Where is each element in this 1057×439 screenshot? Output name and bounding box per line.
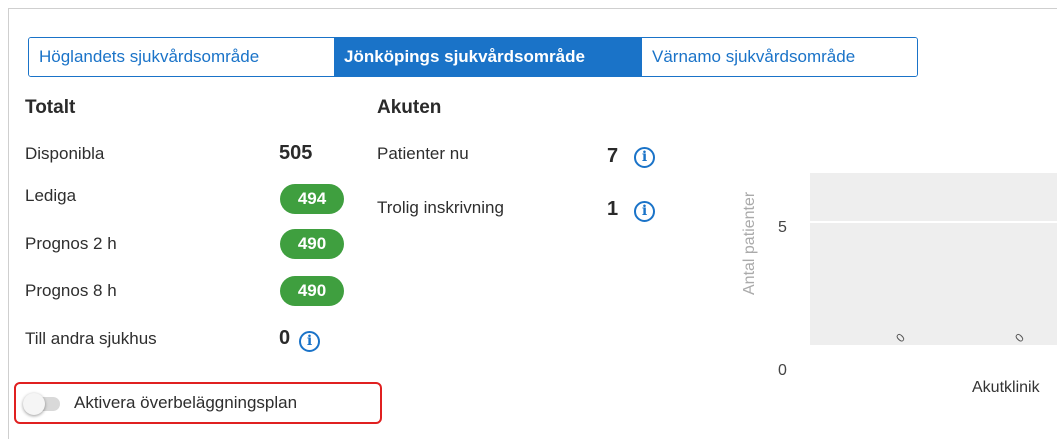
- info-icon[interactable]: i: [299, 331, 320, 352]
- andra-sjukhus-value: 0: [279, 327, 291, 349]
- y-axis-label: Antal patienter: [741, 191, 758, 295]
- lediga-badge: 494: [280, 184, 344, 214]
- trolig-inskrivning-value: 1: [607, 198, 619, 220]
- y-tick-5: 5: [778, 219, 787, 236]
- totalt-heading: Totalt: [25, 97, 76, 118]
- disponibla-value: 505: [279, 142, 313, 164]
- disponibla-label: Disponibla: [25, 144, 105, 163]
- region-tabs: Höglandets sjukvårdsområde Jönköpings sj…: [28, 37, 918, 77]
- overbelaggning-toggle[interactable]: [23, 393, 60, 415]
- akuten-heading: Akuten: [377, 97, 442, 118]
- chart-plot-area: [810, 173, 1057, 346]
- tab-hoglandet[interactable]: Höglandets sjukvårdsområde: [29, 38, 334, 76]
- patient-chart: 5 0 Antal patienter 0 0 Akutklinik: [741, 173, 1057, 396]
- prognos-8h-label: Prognos 8 h: [25, 281, 117, 300]
- tab-varnamo[interactable]: Värnamo sjukvårdsområde: [641, 38, 917, 76]
- patienter-nu-value: 7: [607, 145, 619, 167]
- x-category-label: Akutklinik: [972, 379, 1041, 396]
- info-icon[interactable]: i: [634, 201, 655, 222]
- y-tick-0: 0: [778, 362, 787, 379]
- patienter-nu-label: Patienter nu: [377, 144, 469, 163]
- andra-sjukhus-label: Till andra sjukhus: [25, 329, 157, 348]
- trolig-inskrivning-label: Trolig inskrivning: [377, 198, 504, 217]
- prognos-2h-badge: 490: [280, 229, 344, 259]
- prognos-2h-label: Prognos 2 h: [25, 234, 117, 253]
- tab-jonkoping[interactable]: Jönköpings sjukvårdsområde: [334, 38, 641, 76]
- lediga-label: Lediga: [25, 186, 77, 205]
- toggle-knob: [23, 393, 45, 415]
- info-icon[interactable]: i: [634, 147, 655, 168]
- overbelaggning-toggle-label: Aktivera överbeläggningsplan: [74, 393, 298, 412]
- overbelaggning-toggle-container: Aktivera överbeläggningsplan: [14, 382, 382, 424]
- prognos-8h-badge: 490: [280, 276, 344, 306]
